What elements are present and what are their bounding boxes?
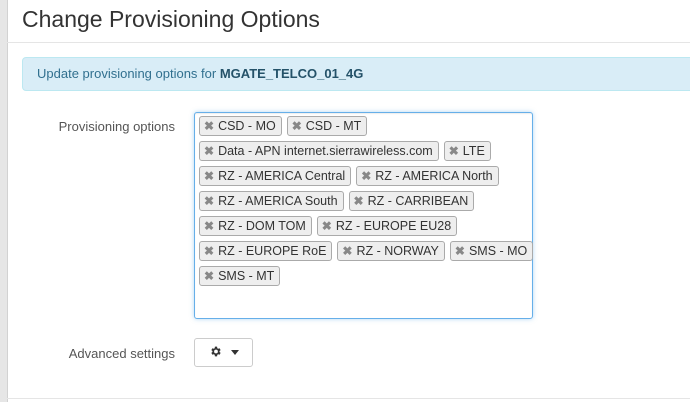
chip-label: CSD - MO bbox=[218, 119, 276, 133]
chip-label: RZ - CARRIBEAN bbox=[367, 194, 469, 208]
remove-icon[interactable]: ✖ bbox=[342, 245, 352, 257]
footer-divider bbox=[7, 398, 690, 399]
selected-option-chip[interactable]: ✖ RZ - NORWAY bbox=[337, 241, 445, 261]
chip-label: RZ - AMERICA Central bbox=[218, 169, 346, 183]
selected-option-chip[interactable]: ✖ RZ - AMERICA Central bbox=[199, 166, 352, 186]
provisioning-options-multiselect[interactable]: ✖ CSD - MO ✖ CSD - MT ✖ Data - APN internet.s… bbox=[194, 112, 534, 319]
provisioning-options-label: Provisioning options bbox=[58, 119, 175, 134]
selected-option-chip[interactable]: ✖ RZ - AMERICA South bbox=[199, 191, 344, 211]
advanced-settings-label: Advanced settings bbox=[68, 346, 175, 361]
selected-option-chip[interactable]: ✖ RZ - AMERICA North bbox=[356, 166, 499, 186]
remove-icon[interactable]: ✖ bbox=[455, 245, 465, 257]
chip-label: CSD - MT bbox=[305, 119, 362, 133]
alert-device-name: MGATE_TELCO_01_4G bbox=[219, 66, 364, 81]
chip-label: RZ - AMERICA South bbox=[218, 194, 338, 208]
header-divider bbox=[7, 42, 690, 43]
chip-label: SMS - MO bbox=[468, 244, 528, 258]
gear-icon bbox=[209, 345, 222, 361]
remove-icon[interactable]: ✖ bbox=[204, 245, 214, 257]
remove-icon[interactable]: ✖ bbox=[361, 170, 371, 182]
selected-option-chip[interactable]: ✖ SMS - MT bbox=[199, 266, 281, 286]
selected-options-row: ✖ RZ - DOM TOM ✖ RZ - EUROPE EU28 bbox=[199, 216, 528, 236]
selected-option-chip[interactable]: ✖ CSD - MO bbox=[199, 116, 282, 136]
remove-icon[interactable]: ✖ bbox=[204, 120, 214, 132]
left-edge-panel bbox=[0, 0, 8, 402]
chip-label: RZ - AMERICA North bbox=[375, 169, 493, 183]
remove-icon[interactable]: ✖ bbox=[449, 145, 459, 157]
chip-label: RZ - DOM TOM bbox=[218, 219, 306, 233]
alert-text: Update provisioning options for bbox=[37, 66, 220, 81]
advanced-settings-dropdown-button[interactable] bbox=[194, 338, 253, 367]
selected-option-chip[interactable]: ✖ LTE bbox=[443, 141, 491, 161]
selected-options-row: ✖ RZ - EUROPE RoE ✖ RZ - NORWAY ✖ SMS - MO bbox=[199, 241, 534, 261]
selected-option-chip[interactable]: ✖ RZ - CARRIBEAN bbox=[348, 191, 475, 211]
selected-option-chip[interactable]: ✖ CSD - MT bbox=[286, 116, 368, 136]
remove-icon[interactable]: ✖ bbox=[204, 195, 214, 207]
chip-label: RZ - NORWAY bbox=[356, 244, 439, 258]
selected-option-chip[interactable]: ✖ Data - APN internet.sierrawireless.com bbox=[199, 141, 439, 161]
selected-option-chip[interactable]: ✖ SMS - MO bbox=[449, 241, 534, 261]
chip-label: LTE bbox=[462, 144, 485, 158]
selected-options-row: ✖ CSD - MO ✖ CSD - MT bbox=[199, 116, 528, 136]
remove-icon[interactable]: ✖ bbox=[204, 170, 214, 182]
selected-options-row: ✖ SMS - MT bbox=[199, 266, 528, 286]
selected-option-chip[interactable]: ✖ RZ - DOM TOM bbox=[199, 216, 312, 236]
selected-options-row: ✖ Data - APN internet.sierrawireless.com ✖… bbox=[199, 141, 528, 161]
selected-option-chip[interactable]: ✖ RZ - EUROPE RoE bbox=[199, 241, 333, 261]
selected-option-chip[interactable]: ✖ RZ - EUROPE EU28 bbox=[316, 216, 458, 236]
chip-label: SMS - MT bbox=[218, 269, 275, 283]
remove-icon[interactable]: ✖ bbox=[354, 195, 364, 207]
chevron-down-icon bbox=[230, 350, 239, 355]
chip-label: Data - APN internet.sierrawireless.com bbox=[218, 144, 433, 158]
remove-icon[interactable]: ✖ bbox=[204, 220, 214, 232]
modal-title: Change Provisioning Options bbox=[22, 6, 320, 32]
chip-label: RZ - EUROPE EU28 bbox=[335, 219, 452, 233]
selected-options-row: ✖ RZ - AMERICA Central ✖ RZ - AMERICA North bbox=[199, 166, 528, 186]
remove-icon[interactable]: ✖ bbox=[204, 270, 214, 282]
selected-options-row: ✖ RZ - AMERICA South ✖ RZ - CARRIBEAN bbox=[199, 191, 528, 211]
remove-icon[interactable]: ✖ bbox=[204, 145, 214, 157]
remove-icon[interactable]: ✖ bbox=[292, 120, 302, 132]
info-alert: Update provisioning options for MGATE_TE… bbox=[22, 57, 690, 91]
chip-label: RZ - EUROPE RoE bbox=[218, 244, 327, 258]
remove-icon[interactable]: ✖ bbox=[322, 220, 332, 232]
